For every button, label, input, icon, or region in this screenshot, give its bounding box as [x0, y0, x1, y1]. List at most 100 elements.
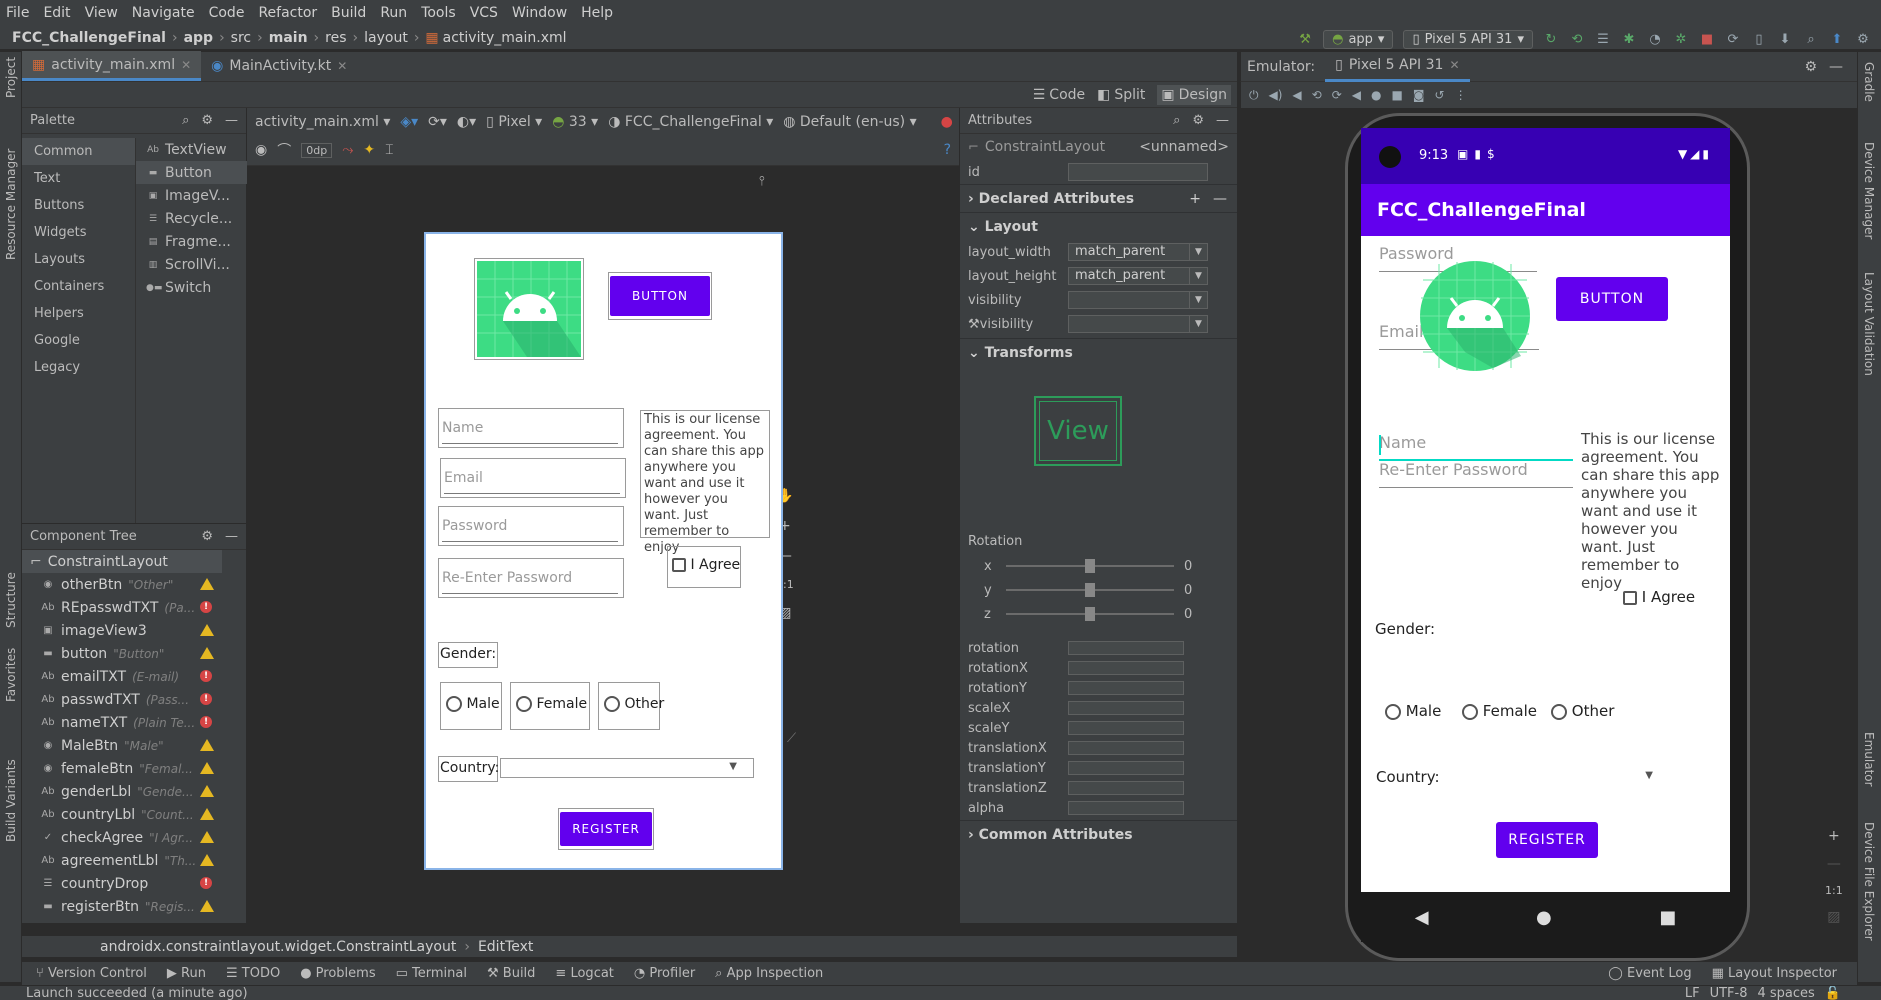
layout-inspector-tool[interactable]: ▦ Layout Inspector [1712, 966, 1837, 981]
search-icon[interactable]: ⌕ [1173, 113, 1180, 128]
file-select[interactable]: activity_main.xml ▾ [255, 114, 390, 130]
sdk-manager-icon[interactable]: ⬇ [1777, 31, 1793, 47]
palette-item-imageview[interactable]: ▣ ImageV... [136, 184, 247, 207]
design-female-radio[interactable]: Female [516, 696, 587, 712]
palette-item-textview[interactable]: Ab TextView [136, 138, 247, 161]
breadcrumb-file[interactable]: activity_main.xml [443, 30, 567, 46]
avd-manager-icon[interactable]: ▯ [1751, 31, 1767, 47]
warning-icon[interactable] [200, 808, 214, 821]
breadcrumb-src[interactable]: src [231, 30, 251, 46]
tree-item[interactable]: ◉ MaleBtn "Male" [22, 734, 246, 757]
problems-tool[interactable]: ● Problems [300, 966, 375, 981]
device-file-explorer-tool-tab[interactable]: Device File Explorer [1862, 822, 1876, 941]
tab-activity-main[interactable]: ▦ activity_main.xml ✕ [22, 51, 202, 81]
encoding-status[interactable]: UTF-8 [1710, 986, 1748, 1000]
menu-edit[interactable]: Edit [43, 5, 70, 21]
error-icon[interactable]: ● [941, 114, 953, 130]
guidelines-icon[interactable]: ⌶ [385, 142, 393, 158]
sync-icon[interactable]: ⟳ [1725, 31, 1741, 47]
terminal-tool[interactable]: ▭ Terminal [396, 966, 467, 981]
more-icon[interactable]: ⋮ [1455, 88, 1467, 102]
zoom-actual-size[interactable]: 1:1 [1825, 884, 1843, 897]
breadcrumb-constraintlayout[interactable]: androidx.constraintlayout.widget.Constra… [100, 939, 456, 955]
tree-item[interactable]: ◉ otherBtn "Other" [22, 573, 246, 596]
palette-category-google[interactable]: Google [22, 327, 135, 354]
attr-id-input[interactable] [1068, 163, 1208, 181]
lock-icon[interactable]: 🔓 [1825, 986, 1841, 1000]
tree-item[interactable]: ▬ button "Button" [22, 642, 246, 665]
attr-transform-input[interactable] [1068, 681, 1184, 695]
design-mode-button[interactable]: ▣ Design [1157, 84, 1231, 105]
attr-transform-input[interactable] [1068, 701, 1184, 715]
menu-vcs[interactable]: VCS [470, 5, 498, 21]
design-other-radio[interactable]: Other [604, 696, 664, 712]
resize-handle-icon[interactable]: ⟋ [787, 731, 796, 746]
help-icon[interactable]: ? [944, 142, 951, 158]
attr-layout-width-select[interactable]: match_parent ▼ [1068, 243, 1208, 261]
menu-navigate[interactable]: Navigate [132, 5, 195, 21]
home-icon[interactable]: ● [1371, 88, 1381, 102]
tree-item[interactable]: ☰ countryDrop! [22, 872, 246, 895]
error-icon[interactable]: ! [200, 877, 214, 890]
breadcrumb-module[interactable]: app [184, 30, 214, 46]
attr-transform-input[interactable] [1068, 661, 1184, 675]
rotation-x-slider[interactable]: x0 [960, 554, 1237, 578]
app-inspection-tool[interactable]: ⌕ App Inspection [715, 966, 823, 981]
breadcrumb-project[interactable]: FCC_ChallengeFinal [12, 30, 166, 46]
tree-item[interactable]: ▣ imageView3 [22, 619, 246, 642]
breadcrumb-layout[interactable]: layout [364, 30, 408, 46]
tree-root-constraintlayout[interactable]: ⌐ ConstraintLayout [22, 550, 222, 573]
minimize-icon[interactable]: — [1216, 113, 1229, 128]
warning-icon[interactable] [200, 762, 214, 775]
common-attributes-section[interactable]: › Common Attributes [960, 820, 1237, 848]
error-icon[interactable]: ! [200, 693, 214, 706]
run-tool[interactable]: ▶ Run [167, 966, 206, 981]
indent-status[interactable]: 4 spaces [1757, 986, 1814, 1000]
orientation-icon[interactable]: ⟳▾ [428, 114, 447, 130]
design-country-spinner[interactable]: ▼ [500, 758, 754, 778]
design-button[interactable]: BUTTON [610, 276, 710, 316]
overview-icon[interactable]: ■ [1392, 88, 1403, 102]
phone-agree-checkbox[interactable]: I Agree [1623, 588, 1695, 606]
phone-female-radio[interactable]: Female [1462, 702, 1537, 720]
phone-other-radio[interactable]: Other [1551, 702, 1614, 720]
volume-up-icon[interactable]: ◀) [1269, 88, 1283, 102]
rotate-right-icon[interactable]: ⟳ [1332, 88, 1342, 102]
palette-item-scrollview[interactable]: ▥ ScrollVi... [136, 253, 247, 276]
minimize-icon[interactable]: — [225, 529, 238, 544]
attr-visibility-select[interactable]: ▼ [1068, 291, 1208, 309]
infer-constraints-icon[interactable]: ✦ [363, 142, 375, 158]
minimize-icon[interactable]: — [225, 113, 238, 128]
nav-recents-icon[interactable]: ■ [1659, 907, 1676, 928]
layers-icon[interactable]: ◈▾ [400, 114, 418, 130]
zoom-in-icon[interactable]: + [1828, 828, 1840, 844]
tree-item[interactable]: Ab countryLbl "Count... [22, 803, 246, 826]
zoom-to-fit-icon[interactable]: ▨ [1827, 909, 1840, 925]
design-male-radio[interactable]: Male [446, 696, 500, 712]
tree-item[interactable]: Ab REpasswdTXT (Pa...! [22, 596, 246, 619]
close-icon[interactable]: ✕ [181, 58, 191, 72]
breadcrumb-edittext[interactable]: EditText [478, 939, 533, 955]
slider-thumb[interactable] [1085, 583, 1095, 597]
attr-transform-input[interactable] [1068, 801, 1184, 815]
add-icon[interactable]: + [1189, 191, 1201, 207]
close-icon[interactable]: ✕ [1449, 58, 1459, 72]
attr-transform-input[interactable] [1068, 741, 1184, 755]
attr-transform-input[interactable] [1068, 781, 1184, 795]
build-variants-tool-tab[interactable]: Build Variants [4, 759, 18, 842]
transforms-section[interactable]: ⌄ Transforms [960, 338, 1237, 366]
code-mode-button[interactable]: ☰ Code [1033, 87, 1085, 103]
tree-item[interactable]: Ab emailTXT (E-mail)! [22, 665, 246, 688]
rerun-icon[interactable]: ↻ [1543, 31, 1559, 47]
profile-icon[interactable]: ◔ [1647, 31, 1663, 47]
warning-icon[interactable] [200, 647, 214, 660]
warning-icon[interactable] [200, 578, 214, 591]
snapshot-icon[interactable]: ↺ [1435, 88, 1445, 102]
layout-design-surface[interactable]: BUTTON Name Email Password Re-Enter Pass… [424, 232, 783, 870]
nav-back-icon[interactable]: ◀ [1415, 907, 1429, 928]
layout-validation-tool-tab[interactable]: Layout Validation [1862, 272, 1876, 376]
list-icon[interactable]: ☰ [1595, 31, 1611, 47]
project-tool-tab[interactable]: Project [4, 57, 18, 98]
menu-run[interactable]: Run [380, 5, 407, 21]
design-agree-checkbox[interactable]: I Agree [672, 557, 740, 573]
